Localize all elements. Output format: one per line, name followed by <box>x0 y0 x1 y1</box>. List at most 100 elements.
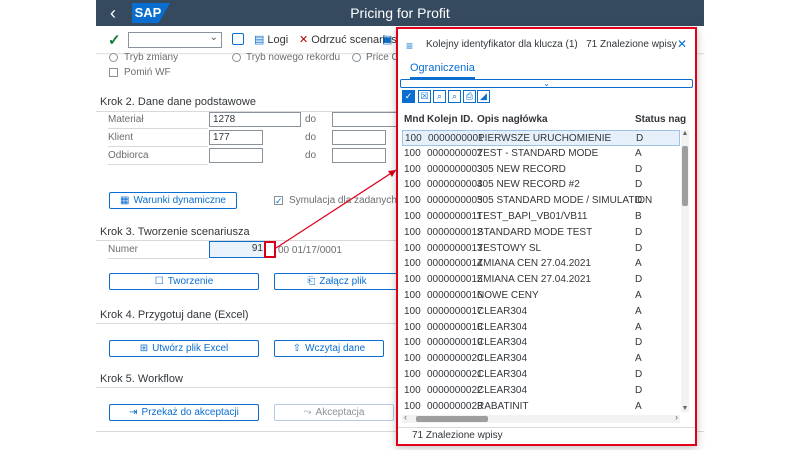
tab-restrictions[interactable]: Ograniczenia <box>410 62 475 79</box>
search-next-icon[interactable]: ⌕ <box>448 90 461 103</box>
search-icon[interactable]: ⌕ <box>433 90 446 103</box>
customer-label: Klient <box>108 132 134 143</box>
price-change-radio[interactable] <box>352 53 361 62</box>
scroll-down-icon[interactable]: ▼ <box>681 405 689 412</box>
customer-from-input[interactable]: 177 <box>209 130 263 145</box>
submit-approval-button[interactable]: ⇥ Przekaż do akceptacji <box>109 404 259 421</box>
table-row[interactable]: 100 0000000001 PIERWSZE URUCHOMIENIE D <box>402 130 680 146</box>
cell-description: 305 STANDARD MODE / SIMULATION <box>477 195 653 207</box>
cell-description: TEST_BAPI_VB01/VB11 <box>477 211 588 222</box>
attach-icon: ⎗ <box>307 276 316 287</box>
logs-button[interactable]: ▤ Logi <box>254 33 288 47</box>
accept-button[interactable]: ⤳ Akceptacja <box>274 404 394 421</box>
horizontal-scrollbar[interactable]: ‹ › <box>402 412 680 423</box>
material-label: Materiał <box>108 114 144 125</box>
layout-icon[interactable]: ◢ <box>477 90 490 103</box>
load-data-label: Wczytaj dane <box>305 343 366 354</box>
cell-sequence-id: 0000000014 <box>427 258 483 270</box>
material-to-input[interactable] <box>332 112 398 127</box>
chevron-down-icon: ⌄ <box>209 32 218 43</box>
recipient-to-input[interactable] <box>332 148 386 163</box>
discard-icon: ✕ <box>299 34 309 46</box>
simulation-checkbox[interactable]: ✓ <box>274 196 283 206</box>
cancel-icon[interactable]: ☒ <box>418 90 431 103</box>
table-row[interactable]: 100 0000000017 CLEAR304 A <box>402 304 680 320</box>
log-icon: ▤ <box>254 34 265 46</box>
cell-client: 100 <box>404 384 421 396</box>
cell-status: A <box>635 353 642 365</box>
scroll-up-icon[interactable]: ▲ <box>681 130 689 137</box>
table-row[interactable]: 100 0000000014 ZMIANA CEN 27.04.2021 A <box>402 256 680 272</box>
col-sequence-id[interactable]: Kolejn ID. <box>427 114 473 125</box>
create-button[interactable]: ☐ Tworzenie <box>109 273 259 290</box>
material-from-input[interactable]: 1278 <box>209 112 301 127</box>
scroll-left-icon[interactable]: ‹ <box>404 412 407 422</box>
close-icon[interactable]: ✕ <box>677 37 687 51</box>
number-input[interactable]: 91 <box>209 241 266 258</box>
cell-client: 100 <box>404 353 421 365</box>
table-row[interactable]: 100 0000000012 STANDARD MODE TEST D <box>402 225 680 241</box>
skip-wf-checkbox[interactable] <box>109 68 118 77</box>
table-row[interactable]: 100 0000000021 CLEAR304 D <box>402 367 680 383</box>
table-row[interactable]: 100 0000000013 TESTOWY SL D <box>402 241 680 257</box>
divider <box>108 146 208 147</box>
save-icon[interactable] <box>232 33 244 45</box>
value-help-icon[interactable] <box>264 241 276 258</box>
mode-change-radio[interactable] <box>109 53 118 62</box>
dynamic-conditions-button[interactable]: ▦ Warunki dynamiczne <box>109 192 237 209</box>
cell-status: A <box>635 305 642 317</box>
expand-toggle[interactable]: ⌄ <box>400 79 693 88</box>
cell-status: D <box>635 195 643 207</box>
vertical-scrollbar[interactable]: ▲ ▼ <box>681 130 689 412</box>
scroll-thumb[interactable] <box>682 146 688 206</box>
table-row[interactable]: 100 0000000019 CLEAR304 D <box>402 335 680 351</box>
confirm-check-icon[interactable]: ✓ <box>108 31 121 49</box>
cell-sequence-id: 0000000011 <box>427 211 482 222</box>
cell-status: D <box>635 384 643 396</box>
cell-sequence-id: 0000000013 <box>427 242 483 254</box>
table-row[interactable]: 100 0000000011 TEST_BAPI_VB01/VB11 B <box>402 209 680 225</box>
forward-icon: ⇥ <box>129 407 138 418</box>
recipient-from-input[interactable] <box>209 148 263 163</box>
cell-status: D <box>635 369 643 380</box>
menu-icon[interactable]: ≡ <box>406 39 413 53</box>
table-row[interactable]: 100 0000000018 CLEAR304 A <box>402 320 680 336</box>
new-record-radio[interactable] <box>232 53 241 62</box>
dialog-footer: 71 Znalezione wpisy <box>398 427 695 444</box>
scroll-thumb[interactable] <box>416 416 488 422</box>
step2-title: Krok 2. Dane dane podstawowe <box>100 96 256 108</box>
confirm-icon[interactable]: ✓ <box>402 90 415 103</box>
cell-description: CLEAR304 <box>477 305 528 317</box>
step4-title: Krok 4. Przygotuj dane (Excel) <box>100 309 249 321</box>
cell-client: 100 <box>404 242 421 254</box>
print-icon[interactable]: ⎙ <box>463 90 476 103</box>
col-header-status[interactable]: Status nag <box>635 114 686 125</box>
load-data-button[interactable]: ⇧ Wczytaj dane <box>274 340 384 357</box>
table-row[interactable]: 100 0000000003 305 NEW RECORD D <box>402 162 680 178</box>
table-row[interactable]: 100 0000000022 CLEAR304 D <box>402 383 680 399</box>
table-row[interactable]: 100 0000000005 305 STANDARD MODE / SIMULAT… <box>402 193 680 209</box>
cell-client: 100 <box>404 258 421 270</box>
cell-sequence-id: 0000000015 <box>427 274 483 286</box>
variant-select[interactable]: ⌄ <box>128 32 222 48</box>
cell-description: CLEAR304 <box>477 353 528 365</box>
create-label: Tworzenie <box>167 276 214 287</box>
table-row[interactable]: 100 0000000015 ZMIANA CEN 27.04.2021 D <box>402 272 680 288</box>
col-header-description[interactable]: Opis nagłówka <box>477 114 548 125</box>
table-row[interactable]: 100 0000000020 CLEAR304 A <box>402 351 680 367</box>
table-row[interactable]: 100 0000000023 RABATINIT A <box>402 399 680 414</box>
table-row[interactable]: 100 0000000002 TEST - STANDARD MODE A <box>402 146 680 162</box>
dialog-title-text: Kolejny identyfikator dla klucza (1) <box>426 39 578 50</box>
customer-to-input[interactable] <box>332 130 386 145</box>
attach-file-button[interactable]: ⎗ Załącz plik <box>274 273 400 290</box>
dynamic-conditions-label: Warunki dynamiczne <box>133 195 226 206</box>
table-row[interactable]: 100 0000000016 NOWE CENY A <box>402 288 680 304</box>
number-value: 91 <box>251 243 263 254</box>
table-row[interactable]: 100 0000000004 305 NEW RECORD #2 D <box>402 177 680 193</box>
cell-client: 100 <box>404 163 421 175</box>
col-client[interactable]: Mnd <box>404 114 425 125</box>
step3-title: Krok 3. Tworzenie scenariusza <box>100 226 250 238</box>
create-excel-button[interactable]: ⊞ Utwórz plik Excel <box>109 340 259 357</box>
cell-client: 100 <box>404 290 421 301</box>
scroll-right-icon[interactable]: › <box>675 412 678 422</box>
